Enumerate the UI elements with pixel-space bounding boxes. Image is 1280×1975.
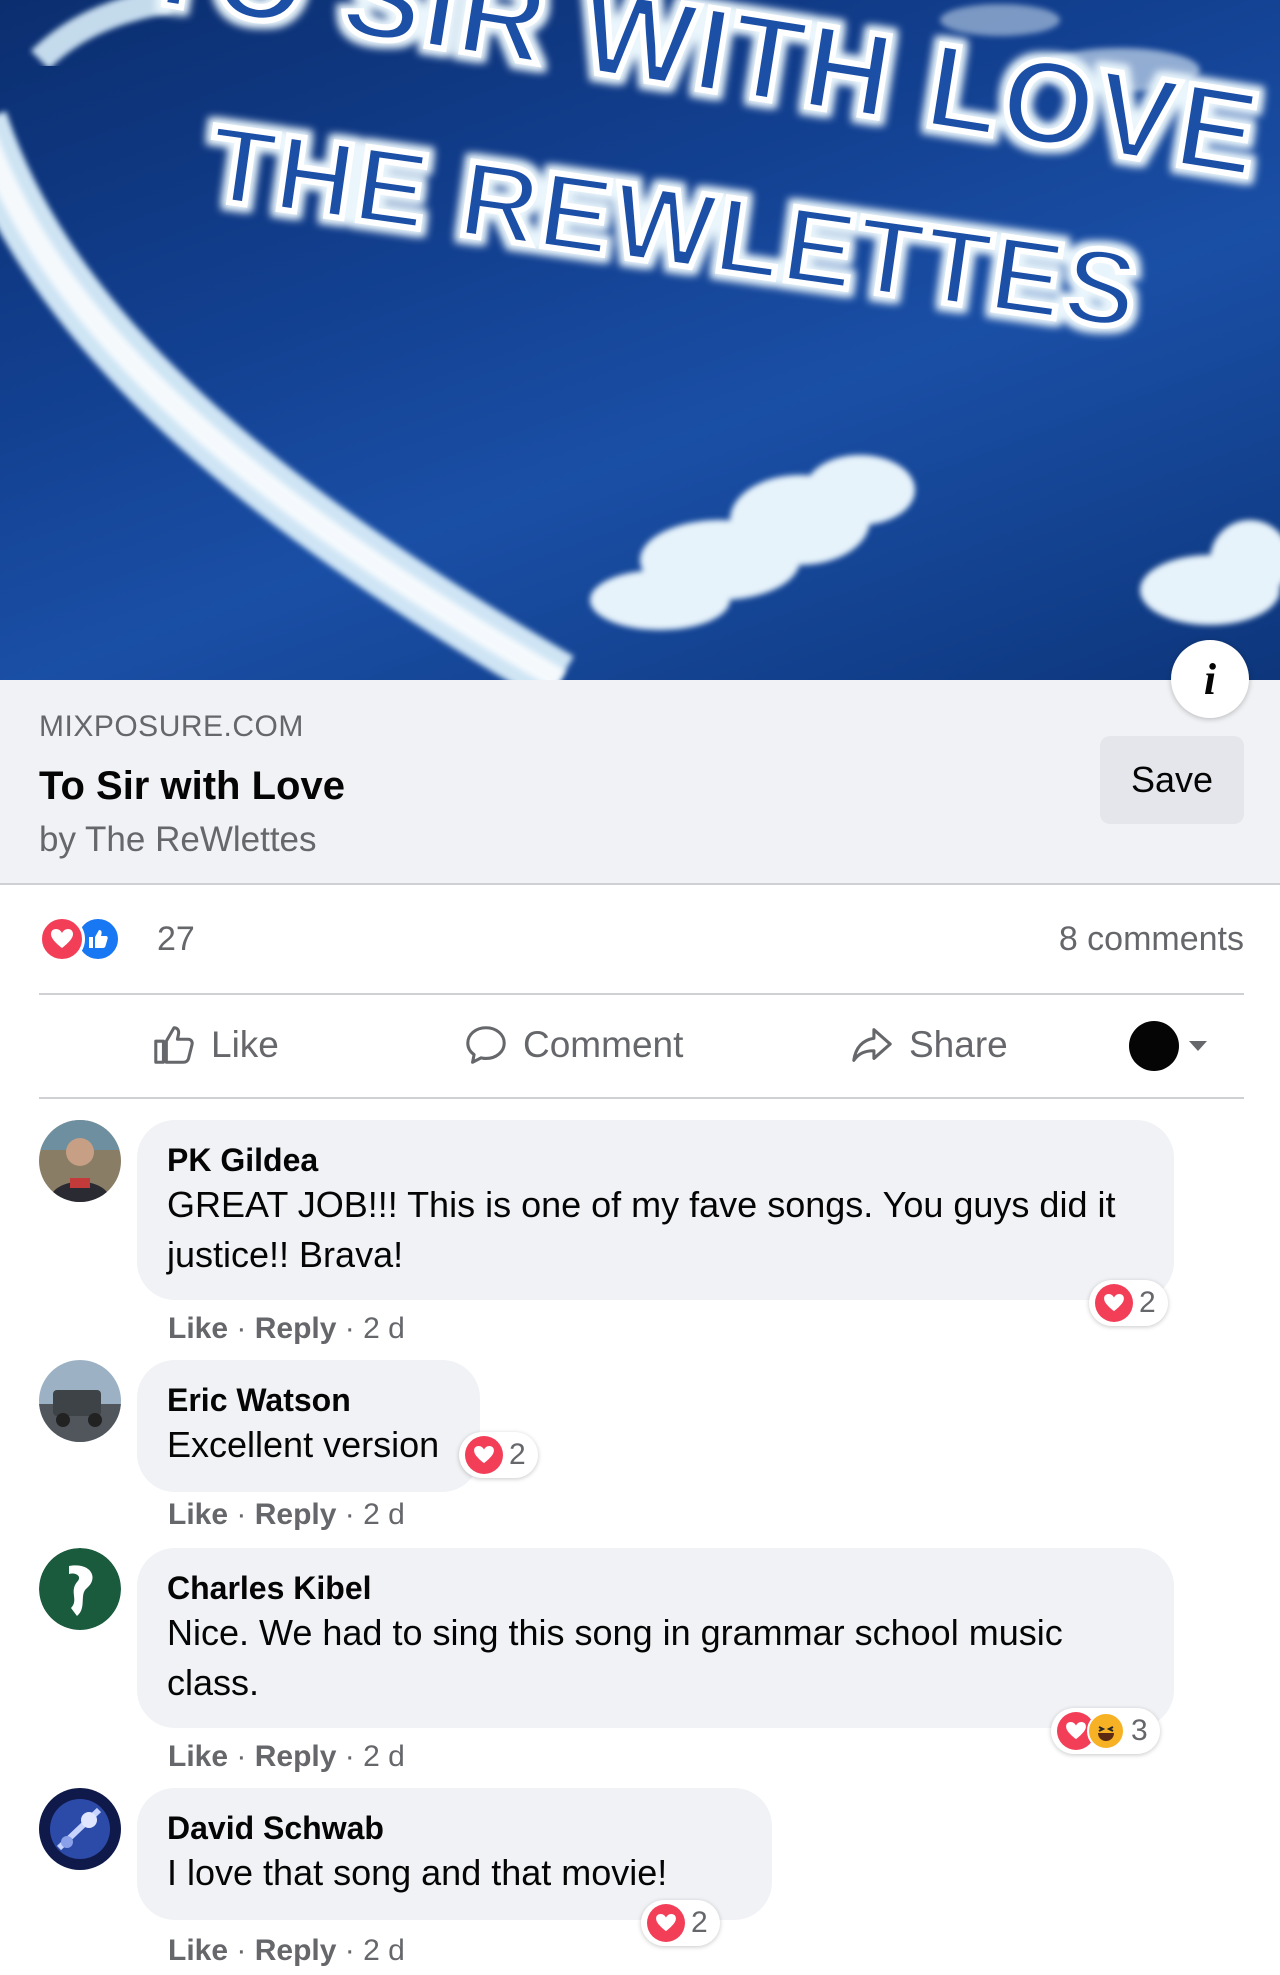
comment-item: Eric Watson Excellent version 2 Like · R…	[39, 1360, 1244, 1540]
comment-text: Excellent version	[167, 1424, 440, 1465]
commenter-avatar[interactable]	[39, 1360, 121, 1442]
love-icon[interactable]	[39, 916, 85, 962]
reaction-summary: 27 8 comments	[39, 910, 1244, 970]
comment-reactions[interactable]: 2	[1089, 1280, 1168, 1326]
commenter-name[interactable]: PK Gildea	[167, 1140, 1144, 1180]
like-button[interactable]: Like	[151, 1013, 279, 1077]
comment-timestamp[interactable]: 2 d	[363, 1740, 405, 1773]
comment-timestamp[interactable]: 2 d	[363, 1312, 405, 1345]
comment-label: Comment	[523, 1024, 684, 1065]
comment-reaction-count: 2	[691, 1906, 708, 1939]
link-info-bar[interactable]: MIXPOSURE.COM To Sir with Love by The Re…	[0, 680, 1280, 885]
comment-item: Charles Kibel Nice. We had to sing this …	[39, 1548, 1244, 1778]
link-title[interactable]: To Sir with Love	[39, 764, 345, 809]
love-icon	[1095, 1284, 1133, 1322]
commenter-avatar[interactable]	[39, 1120, 121, 1202]
info-button[interactable]: i	[1171, 640, 1249, 718]
comment-like-link[interactable]: Like	[168, 1312, 228, 1345]
comment-reply-link[interactable]: Reply	[255, 1498, 337, 1531]
sky-artwork: TO SIR WITH LOVE THE REWLETTES	[0, 0, 1280, 680]
commenter-name[interactable]: Charles Kibel	[167, 1568, 1144, 1608]
link-subtitle: by The ReWlettes	[39, 820, 317, 859]
profile-avatar	[1129, 1021, 1179, 1071]
comment-text: GREAT JOB!!! This is one of my fave song…	[167, 1184, 1116, 1275]
commenter-avatar[interactable]	[39, 1788, 121, 1870]
comment-bubble: PK Gildea GREAT JOB!!! This is one of my…	[137, 1120, 1174, 1300]
reaction-profile-selector[interactable]	[1129, 1021, 1207, 1071]
chevron-down-icon	[1189, 1041, 1207, 1051]
share-button[interactable]: Share	[849, 1013, 1008, 1077]
comment-meta: Like · Reply · 2 d	[168, 1498, 405, 1531]
commenter-avatar[interactable]	[39, 1548, 121, 1630]
info-icon: i	[1203, 654, 1217, 704]
link-domain: MIXPOSURE.COM	[39, 710, 304, 743]
action-bar: Like Comment Share	[39, 995, 1244, 1095]
commenter-name[interactable]: Eric Watson	[167, 1380, 450, 1420]
comment-meta: Like · Reply · 2 d	[168, 1934, 405, 1967]
comment-reactions[interactable]: 2	[459, 1432, 538, 1478]
comment-timestamp[interactable]: 2 d	[363, 1934, 405, 1967]
comment-reactions[interactable]: 3	[1051, 1708, 1160, 1754]
link-preview-image[interactable]: TO SIR WITH LOVE THE REWLETTES	[0, 0, 1280, 680]
share-label: Share	[909, 1024, 1008, 1065]
commenter-name[interactable]: David Schwab	[167, 1808, 742, 1848]
comment-like-link[interactable]: Like	[168, 1934, 228, 1967]
love-icon	[647, 1904, 685, 1942]
comment-meta: Like · Reply · 2 d	[168, 1312, 405, 1345]
comment-reaction-count: 3	[1131, 1714, 1148, 1747]
divider-bottom	[39, 1097, 1244, 1099]
like-label: Like	[211, 1024, 279, 1065]
comment-button[interactable]: Comment	[463, 1013, 683, 1077]
haha-icon	[1087, 1712, 1125, 1750]
comment-reply-link[interactable]: Reply	[255, 1740, 337, 1773]
thumbs-up-icon	[154, 1026, 194, 1064]
share-arrow-icon	[852, 1028, 892, 1062]
comment-count-link[interactable]: 8 comments	[1059, 920, 1244, 959]
comment-reactions[interactable]: 2	[641, 1900, 720, 1946]
reaction-count[interactable]: 27	[157, 920, 195, 959]
comment-bubble: Charles Kibel Nice. We had to sing this …	[137, 1548, 1174, 1728]
comment-item: PK Gildea GREAT JOB!!! This is one of my…	[39, 1120, 1244, 1350]
comment-bubble-icon	[466, 1026, 506, 1064]
comment-like-link[interactable]: Like	[168, 1740, 228, 1773]
comment-text: Nice. We had to sing this song in gramma…	[167, 1612, 1063, 1703]
comment-meta: Like · Reply · 2 d	[168, 1740, 405, 1773]
comment-item: David Schwab I love that song and that m…	[39, 1788, 1244, 1968]
comment-reply-link[interactable]: Reply	[255, 1312, 337, 1345]
comment-timestamp[interactable]: 2 d	[363, 1498, 405, 1531]
comment-reaction-count: 2	[509, 1438, 526, 1471]
comment-text: I love that song and that movie!	[167, 1852, 668, 1893]
love-icon	[465, 1436, 503, 1474]
comment-bubble: Eric Watson Excellent version	[137, 1360, 480, 1492]
comment-reply-link[interactable]: Reply	[255, 1934, 337, 1967]
comment-like-link[interactable]: Like	[168, 1498, 228, 1531]
save-button[interactable]: Save	[1100, 736, 1244, 824]
comment-reaction-count: 2	[1139, 1286, 1156, 1319]
